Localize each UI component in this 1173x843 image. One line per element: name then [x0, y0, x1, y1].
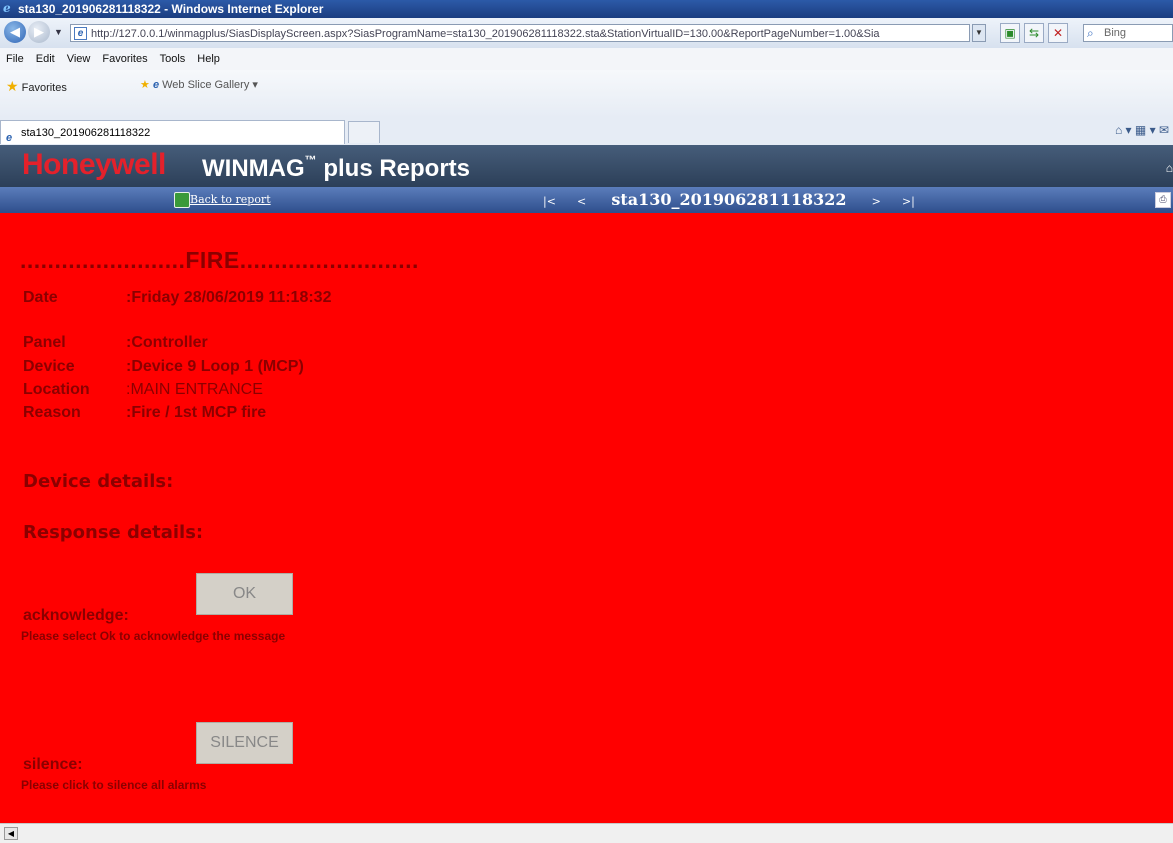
stop-icon[interactable]: ✕	[1048, 23, 1068, 43]
acknowledge-label: acknowledge:	[23, 607, 129, 624]
menu-help[interactable]: Help	[191, 48, 226, 70]
device-value: :Device 9 Loop 1 (MCP)	[126, 358, 304, 375]
compatibility-view-icon[interactable]: ▣	[1000, 23, 1020, 43]
new-tab-button[interactable]	[348, 121, 380, 143]
mail-icon[interactable]: ✉	[1159, 123, 1169, 137]
window-title-bar: e sta130_201906281118322 - Windows Inter…	[0, 0, 1173, 18]
date-value: :Friday 28/06/2019 11:18:32	[126, 289, 332, 306]
device-details-heading: Device details:	[23, 471, 174, 492]
tab-title: sta130_201906281118322	[21, 127, 151, 139]
panel-value: :Controller	[126, 334, 208, 351]
web-slice-label: Web Slice Gallery ▾	[162, 79, 258, 91]
search-placeholder: Bing	[1104, 27, 1127, 39]
fire-heading: ........................FIRE............…	[20, 247, 419, 273]
back-to-report-icon[interactable]	[174, 192, 190, 208]
search-icon: ⌕	[1087, 26, 1094, 40]
next-page-button[interactable]: >	[872, 195, 881, 208]
address-url: http://127.0.0.1/winmagplus/SiasDisplayS…	[91, 28, 880, 40]
reason-value: :Fire / 1st MCP fire	[126, 404, 267, 421]
silence-label: silence:	[23, 756, 83, 773]
app-title: WINMAG™ plus Reports	[202, 153, 471, 182]
home-icon[interactable]: ⌂	[1115, 123, 1122, 137]
search-input[interactable]: ⌕ Bing	[1083, 24, 1173, 42]
silence-button[interactable]: SILENCE	[196, 722, 293, 764]
web-slice-icon: e	[152, 79, 160, 91]
header-home-icon[interactable]: ⌂	[1166, 161, 1173, 175]
first-page-button[interactable]: |<	[543, 195, 556, 208]
panel-row: Panel :Controller	[23, 334, 208, 352]
command-bar: ⌂ ▾ ▦ ▾ ✉	[1114, 123, 1169, 137]
previous-page-button[interactable]: <	[577, 195, 586, 208]
last-page-button[interactable]: >|	[902, 195, 915, 208]
alarm-panel: ........................FIRE............…	[0, 213, 1173, 823]
honeywell-logo: Honeywell	[22, 148, 166, 181]
web-slice-gallery[interactable]: ★ e Web Slice Gallery ▾	[140, 78, 258, 91]
address-bar[interactable]: e http://127.0.0.1/winmagplus/SiasDispla…	[70, 24, 970, 42]
response-details-heading: Response details:	[23, 522, 204, 543]
address-dropdown-icon[interactable]: ▼	[972, 24, 986, 42]
reason-label: Reason	[23, 404, 81, 421]
panel-label: Panel	[23, 334, 66, 351]
refresh-icon[interactable]: ⇆	[1024, 23, 1044, 43]
add-favorite-icon: ★	[140, 79, 150, 91]
scroll-left-arrow-icon[interactable]: ◀	[4, 827, 18, 840]
forward-arrow-icon[interactable]: ▶	[28, 21, 50, 43]
print-icon[interactable]: ⎙	[1155, 192, 1171, 208]
location-label: Location	[23, 381, 90, 398]
feeds-icon[interactable]: ▦	[1135, 123, 1146, 137]
device-label: Device	[23, 358, 75, 375]
report-toolbar: Back to report |< < sta130_2019062811183…	[0, 187, 1173, 213]
favorites-bar: ★ Favorites ★ e Web Slice Gallery ▾	[0, 70, 1173, 119]
app-header: Honeywell WINMAG™ plus Reports ⌂	[0, 145, 1173, 187]
device-row: Device :Device 9 Loop 1 (MCP)	[23, 358, 304, 376]
favorites-star-icon: ★	[6, 78, 19, 94]
menu-file[interactable]: File	[0, 48, 30, 70]
tab-row: e sta130_201906281118322 ⌂ ▾ ▦ ▾ ✉	[0, 118, 1173, 146]
menu-view[interactable]: View	[61, 48, 97, 70]
reason-row: Reason :Fire / 1st MCP fire	[23, 404, 266, 422]
menu-tools[interactable]: Tools	[154, 48, 192, 70]
browser-navigation-bar: ◀ ▶ ▼ e http://127.0.0.1/winmagplus/Sias…	[0, 18, 1173, 48]
location-value: :MAIN ENTRANCE	[126, 381, 263, 398]
report-pager: |< < sta130_201906281118322 > >|	[535, 190, 923, 209]
date-row: Date :Friday 28/06/2019 11:18:32	[23, 289, 331, 307]
back-to-report-link[interactable]: Back to report	[190, 193, 271, 206]
menu-bar: File Edit View Favorites Tools Help	[0, 48, 1173, 70]
history-dropdown-icon[interactable]: ▼	[54, 27, 63, 37]
menu-favorites[interactable]: Favorites	[96, 48, 153, 70]
silence-hint: Please click to silence all alarms	[21, 778, 207, 792]
acknowledge-hint: Please select Ok to acknowledge the mess…	[21, 629, 286, 643]
favorites-label: Favorites	[21, 82, 67, 94]
ok-button[interactable]: OK	[196, 573, 293, 615]
page-icon: e	[74, 27, 87, 40]
internet-explorer-icon: e	[3, 1, 11, 15]
date-label: Date	[23, 289, 58, 306]
browser-tab-active[interactable]: e sta130_201906281118322	[0, 120, 345, 144]
favorites-button[interactable]: ★ Favorites	[6, 78, 67, 95]
horizontal-scrollbar[interactable]: ◀	[0, 823, 1173, 843]
window-title: sta130_201906281118322 - Windows Interne…	[18, 2, 324, 16]
back-arrow-icon[interactable]: ◀	[4, 21, 26, 43]
report-name: sta130_201906281118322	[611, 190, 847, 209]
location-row: Location :MAIN ENTRANCE	[23, 381, 263, 399]
menu-edit[interactable]: Edit	[30, 48, 61, 70]
